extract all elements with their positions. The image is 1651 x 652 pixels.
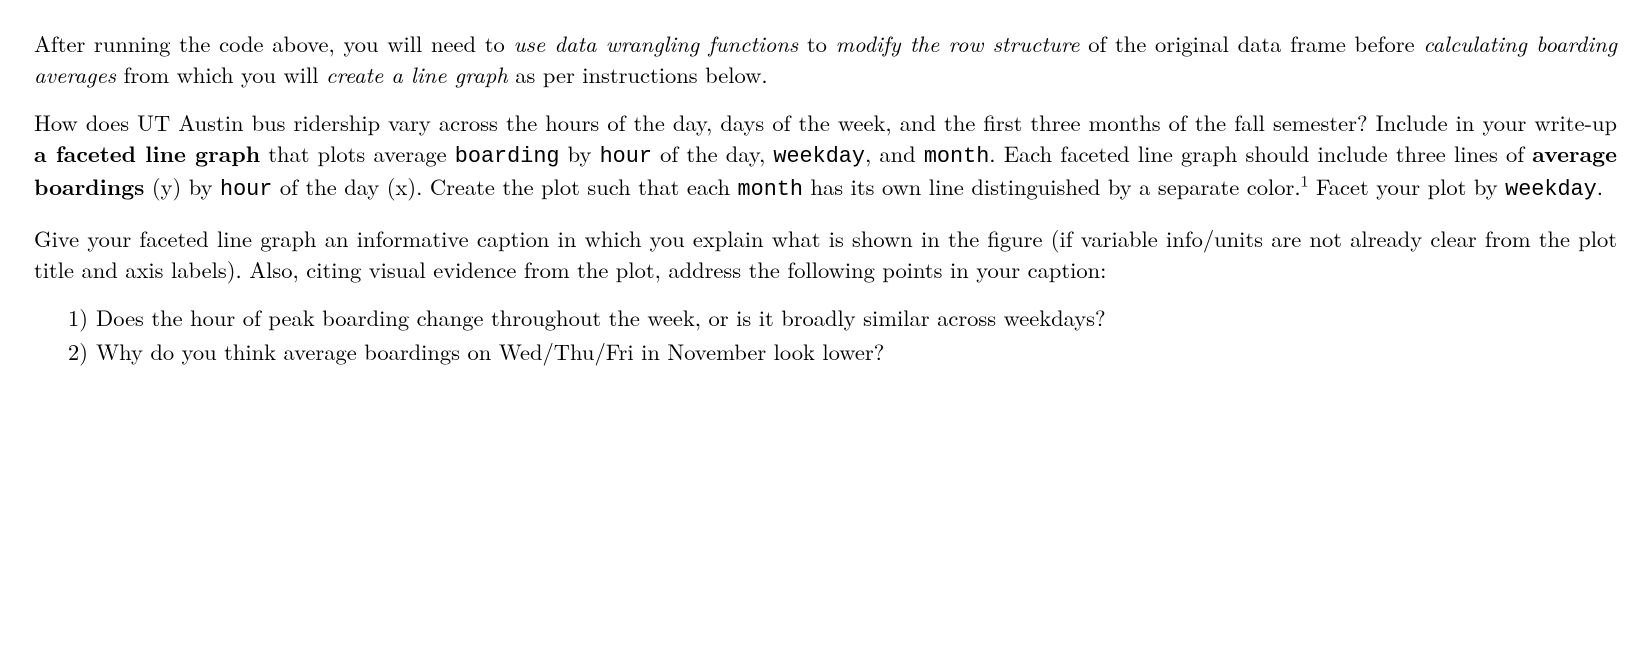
text: to bbox=[798, 27, 835, 59]
italic-text: use data wrangling functions bbox=[513, 27, 798, 59]
enumerated-list: 1) Does the hour of peak boarding change… bbox=[62, 302, 1617, 366]
code-text: hour bbox=[220, 177, 272, 202]
text: . bbox=[1597, 170, 1603, 202]
code-text: weekday bbox=[1505, 177, 1597, 202]
text: How does UT Austin bus ridership vary ac… bbox=[34, 106, 1617, 138]
text: , and bbox=[865, 137, 924, 169]
list-number: 2) bbox=[62, 336, 88, 367]
text: . Each faceted line graph should include… bbox=[989, 137, 1532, 169]
list-item: 1) Does the hour of peak boarding change… bbox=[62, 302, 1617, 333]
italic-text: modify the row structure bbox=[836, 27, 1080, 59]
paragraph-3: Give your faceted line graph an informat… bbox=[34, 223, 1617, 284]
text: by bbox=[560, 137, 600, 169]
list-text: Does the hour of peak boarding change th… bbox=[96, 302, 1106, 333]
code-text: month bbox=[924, 144, 989, 169]
text: of the day (x). Create the plot such tha… bbox=[272, 170, 737, 202]
code-text: weekday bbox=[773, 144, 865, 169]
text: After running the code above, you will n… bbox=[34, 27, 513, 59]
list-text: Why do you think average boardings on We… bbox=[96, 336, 884, 367]
text: of the original data frame before bbox=[1079, 27, 1423, 59]
paragraph-1: After running the code above, you will n… bbox=[34, 28, 1617, 89]
list-number: 1) bbox=[62, 302, 88, 333]
italic-text: create a line graph bbox=[326, 58, 508, 90]
text: of the day, bbox=[652, 137, 773, 169]
text: that plots average bbox=[260, 137, 455, 169]
code-text: hour bbox=[600, 144, 652, 169]
code-text: month bbox=[738, 177, 803, 202]
text: has its own line distinguished by a sepa… bbox=[803, 170, 1301, 202]
paragraph-2: How does UT Austin bus ridership vary ac… bbox=[34, 107, 1617, 205]
text: Facet your plot by bbox=[1308, 170, 1505, 202]
text: (y) by bbox=[144, 170, 220, 202]
text: as per instructions below. bbox=[508, 58, 768, 90]
text: Give your faceted line graph an informat… bbox=[34, 222, 1617, 285]
code-text: boarding bbox=[455, 144, 560, 169]
text: from which you will bbox=[116, 58, 326, 90]
list-item: 2) Why do you think average boardings on… bbox=[62, 336, 1617, 367]
bold-text: a faceted line graph bbox=[34, 137, 260, 169]
